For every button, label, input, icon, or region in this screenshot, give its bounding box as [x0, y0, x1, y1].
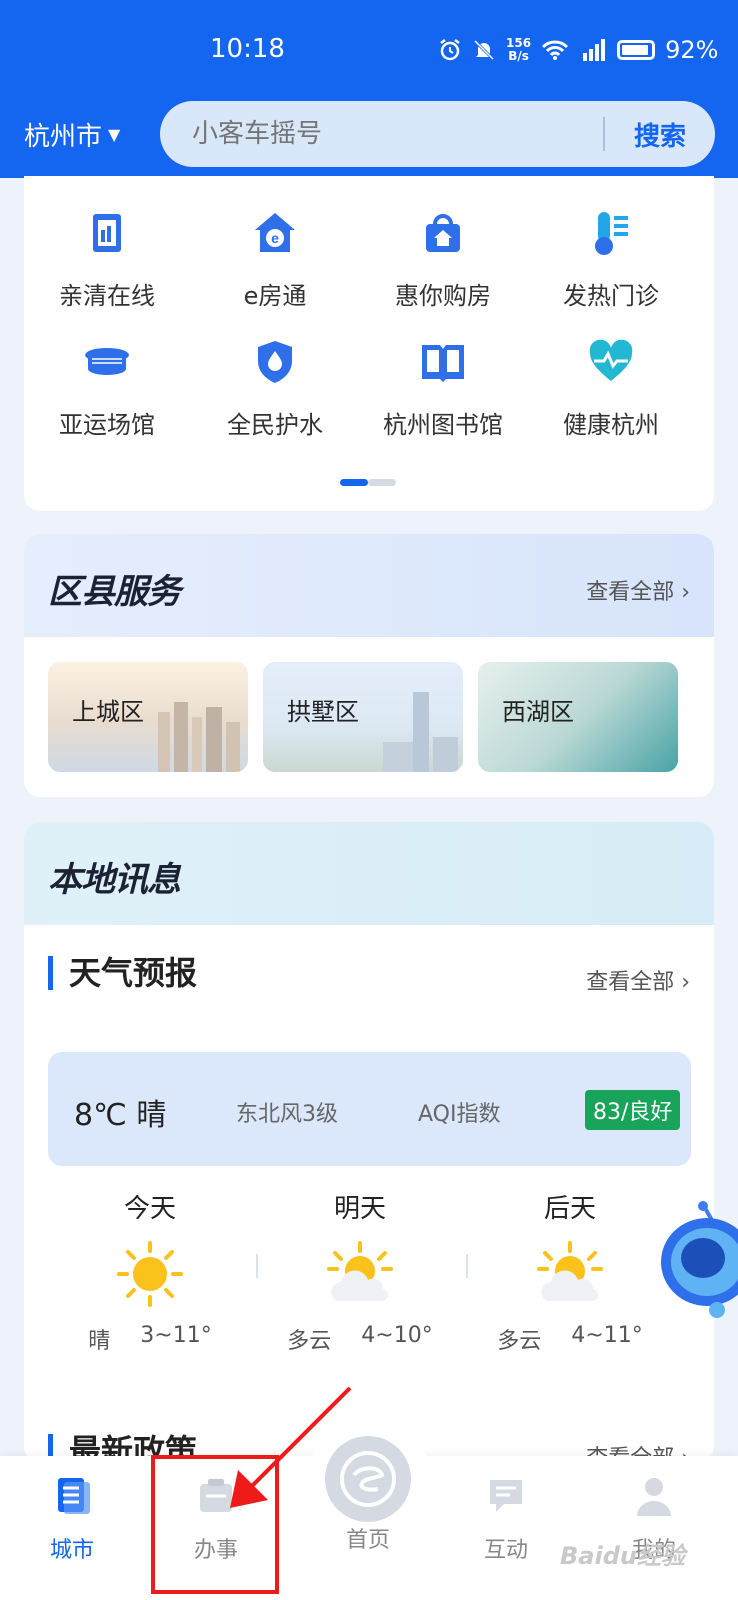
temp-range: 4~10° [361, 1323, 433, 1348]
app-huini[interactable]: 惠你购房 [358, 208, 528, 311]
district-see-all-link[interactable]: 查看全部 › [586, 574, 690, 606]
app-efangtong[interactable]: e e房通 [190, 208, 360, 311]
wifi-icon [542, 40, 569, 60]
forecast-divider [466, 1254, 468, 1278]
forecast-tomorrow: 明天 多云 4~10° [270, 1188, 450, 1355]
user-icon [637, 1478, 671, 1516]
app-fare[interactable]: 发热门诊 [526, 208, 696, 311]
tab-label: 首页 [345, 1528, 390, 1553]
net-speed: 156 B/s [506, 36, 532, 63]
water-shield-icon [258, 341, 292, 383]
pointer-arrow-icon [230, 1386, 352, 1508]
tower-image [383, 692, 458, 772]
building-doc-icon [93, 214, 121, 252]
battery-icon [617, 40, 656, 60]
book-icon [422, 345, 464, 382]
battery-percent: 92% [665, 36, 719, 64]
shopping-house-icon [426, 214, 460, 252]
district-gongshu[interactable]: 拱墅区 [263, 662, 463, 772]
day-name: 后天 [543, 1194, 596, 1224]
e-house-icon: e [255, 213, 295, 252]
district-xihu[interactable]: 西湖区 [478, 662, 678, 772]
city-doc-icon [58, 1478, 90, 1514]
tab-label: 互动 [483, 1538, 528, 1563]
app-label: e房通 [243, 282, 307, 310]
temp-range: 3~11° [140, 1323, 212, 1348]
district-name: 上城区 [72, 698, 144, 726]
current-weather-box[interactable]: 8℃ 晴 东北风3级 AQI指数 83/良好 [48, 1052, 691, 1166]
assistant-robot-icon[interactable] [655, 1200, 738, 1320]
app-label: 发热门诊 [563, 282, 659, 310]
status-icons: 156 B/s 92% [438, 36, 718, 64]
tab-interact[interactable]: 互动 [436, 1474, 576, 1564]
wind-info: 东北风3级 [236, 1102, 338, 1127]
current-temp: 8℃ 晴 [74, 1098, 167, 1133]
forecast-today: 今天 晴 3~11° [60, 1188, 240, 1355]
skyline-image [158, 702, 240, 772]
forecast-day-after: 后天 多云 4~11° [480, 1188, 660, 1355]
alarm-icon [440, 39, 460, 61]
district-shangcheng[interactable]: 上城区 [48, 662, 248, 772]
app-label: 杭州图书馆 [383, 411, 503, 439]
day-name: 明天 [333, 1194, 386, 1224]
search-input[interactable] [160, 119, 603, 149]
tab-city[interactable]: 城市 [2, 1474, 142, 1564]
watermark: Baidu经验 [560, 1542, 685, 1570]
page-indicator [340, 479, 396, 486]
app-label: 惠你购房 [395, 282, 491, 310]
cloud-sun-icon [537, 1241, 603, 1302]
aqi-label: AQI指数 [418, 1102, 501, 1127]
app-library[interactable]: 杭州图书馆 [358, 337, 528, 440]
mute-bell-icon [473, 39, 495, 61]
thermometer-icon [595, 212, 628, 255]
search-button[interactable]: 搜索 [605, 116, 715, 153]
app-label: 健康杭州 [563, 411, 659, 439]
aqi-badge: 83/良好 [585, 1090, 681, 1130]
weather-condition: 晴 [88, 1329, 111, 1354]
sun-icon [117, 1241, 183, 1307]
app-hushui[interactable]: 全民护水 [190, 337, 360, 440]
page-dot [368, 479, 396, 486]
heart-pulse-icon [589, 339, 633, 381]
app-health[interactable]: 健康杭州 [526, 337, 696, 440]
weather-title: 天气预报 [48, 956, 197, 990]
signal-icon [583, 39, 606, 61]
city-name: 杭州市 [24, 122, 103, 152]
cloud-sun-icon [327, 1241, 393, 1302]
page-dot-active [340, 479, 368, 486]
district-service-card: 区县服务 查看全部 › 上城区 拱墅区 西湖区 [24, 534, 714, 797]
city-selector[interactable]: 杭州市 ▼ [24, 116, 120, 153]
temp-range: 4~11° [571, 1323, 643, 1348]
app-yayun[interactable]: 亚运场馆 [22, 337, 192, 440]
status-time: 10:18 [210, 34, 285, 64]
app-label: 亲清在线 [59, 282, 155, 310]
day-name: 今天 [123, 1194, 176, 1224]
news-title: 本地讯息 [48, 860, 181, 900]
app-qinqing[interactable]: 亲清在线 [22, 208, 192, 311]
app-label: 全民护水 [227, 411, 323, 439]
forecast-divider [256, 1254, 258, 1278]
tab-label: 城市 [49, 1538, 94, 1563]
local-news-card: 本地讯息 天气预报 查看全部 › 8℃ 晴 东北风3级 AQI指数 83/良好 … [24, 822, 714, 1462]
weather-condition: 多云 [497, 1329, 542, 1354]
caret-down-icon: ▼ [108, 125, 121, 144]
app-label: 亚运场馆 [59, 411, 155, 439]
weather-condition: 多云 [287, 1329, 332, 1354]
district-name: 拱墅区 [287, 698, 359, 726]
svg-text:e: e [271, 230, 279, 246]
stadium-icon [85, 348, 129, 375]
district-name: 西湖区 [502, 698, 574, 726]
search-box[interactable]: 搜索 [160, 101, 715, 167]
district-title: 区县服务 [48, 572, 181, 612]
chat-bubble-icon [490, 1480, 522, 1512]
weather-see-all-link[interactable]: 查看全部 › [586, 964, 690, 996]
